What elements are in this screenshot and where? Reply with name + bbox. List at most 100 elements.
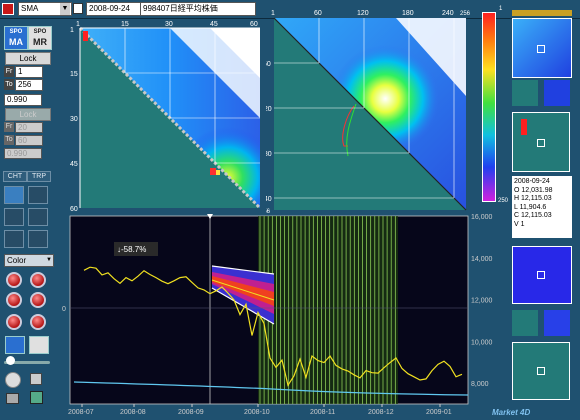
hm-right-top-tick-2: 60 [314,10,322,17]
info-date: 2008-09-24 [514,178,550,185]
print-icon[interactable] [6,393,19,404]
hm-left-left-tick-3: 30 [70,116,78,123]
chevron-down-icon: ▼ [60,3,70,15]
symbol-field[interactable]: 998407日経平均株価 [140,2,256,16]
hm-left-left-tick-5: 60 [70,206,78,213]
date-field[interactable]: 2008-09-24 [86,2,142,16]
ratio-field[interactable]: 0.990 [4,94,42,106]
spo-ma-bottom: MA [9,37,23,47]
thumbnail-1[interactable] [512,18,572,78]
tab-cht[interactable]: CHT [3,171,27,182]
x-axis-tick: 2008-07 [68,409,94,416]
thumb-marker-3 [537,271,545,279]
thumbnail-3[interactable] [544,80,570,106]
hm-left-top-tick-5: 60 [250,21,258,28]
fr2-field[interactable]: 20 [15,122,43,133]
left-axis-zero: 0 [62,306,66,313]
thumbnail-7[interactable] [544,310,570,336]
save-icon[interactable] [30,373,42,385]
color-select[interactable]: Color ▼ [4,254,54,267]
thumbnail-strip: 2008-09-24 O 12,031.98 H 12,115.03 L 11,… [512,10,576,418]
spo-ma-button[interactable]: SPO MA [4,26,28,50]
chart-icon[interactable] [30,391,43,404]
hm-right-left-tick-1: 60 [266,61,271,68]
colorbar [482,12,496,202]
indicator-light-2[interactable] [30,272,46,288]
thumbnail-6[interactable] [512,310,538,336]
hm-left-top-tick-3: 30 [165,21,173,28]
mr-small-icon[interactable] [29,336,49,354]
thumb-marker [537,45,545,53]
hm-left-top-tick-4: 45 [210,21,218,28]
indicator-light-1[interactable] [6,272,22,288]
hm-right-left-tick-2: 120 [266,106,272,113]
thumb-marker-2 [537,139,545,147]
info-close: C 12,115.03 [514,212,552,219]
highlight-region [258,216,398,404]
target-icon[interactable] [28,186,48,204]
price-chart-panel[interactable]: ↓-58.7% 0 16,000 14,000 12,000 10,000 8,000 … [62,214,506,420]
diagonal-alt-icon[interactable] [28,230,48,248]
calendar-icon[interactable] [73,3,83,14]
to2-label: To [4,135,14,145]
app-icon [2,3,14,15]
sidebar: SPO MA SPO MR Lock Fr 1 To 256 0.990 Loc… [0,20,60,420]
hm-right-left-tick-3: 180 [266,151,272,158]
right-axis-tick: 10,000 [471,339,493,346]
ratio2-field[interactable]: 0.990 [4,148,42,159]
thumb-marker-4 [537,367,545,375]
ma-small-icon[interactable] [5,336,25,354]
lock-button-2[interactable]: Lock [5,108,51,121]
thumbnail-8[interactable] [512,342,570,400]
spo-mr-bottom: MR [33,37,47,47]
indicator-select[interactable]: SMA ▼ [18,2,72,16]
hm-right-top-tick-1: 1 [271,10,275,17]
heatmap-left[interactable]: 1 15 30 45 60 1 15 30 45 60 [70,18,265,213]
step-icon[interactable] [4,208,24,226]
clock-icon[interactable] [5,372,21,388]
info-open: O 12,031.98 [514,186,553,194]
hm-left-left-tick-2: 15 [70,71,78,78]
heatmap-right[interactable]: 1 60 120 180 240 256 60 120 180 240 256 [266,6,476,216]
diagonal-icon[interactable] [4,230,24,248]
color-value: Color [7,256,27,265]
indicator-light-4[interactable] [30,292,46,308]
thumbnail-2[interactable] [512,80,538,106]
hm-right-top-tick-6: 256 [460,11,471,17]
hm-right-left-tick-4: 240 [266,196,272,203]
indicator-light-3[interactable] [6,292,22,308]
thumb-tab-bar[interactable] [512,10,572,16]
slider-thumb[interactable] [6,356,15,365]
lock-button[interactable]: Lock [5,52,51,65]
fr-field[interactable]: 1 [15,66,43,78]
info-low: L 11,904.6 [514,203,547,211]
right-axis-tick: 8,000 [471,381,489,388]
spo-ma-top: SPO [9,29,23,35]
to-field[interactable]: 256 [15,79,43,91]
indicator-light-6[interactable] [30,314,46,330]
heatmap-left-panel[interactable]: 1 15 30 45 60 1 15 30 45 60 [70,18,265,213]
corner-icon[interactable] [4,186,24,204]
to2-field[interactable]: 60 [15,135,43,146]
spo-mr-button[interactable]: SPO MR [28,26,52,50]
right-axis-tick: 14,000 [471,256,493,263]
fr-label: Fr [4,66,14,77]
indicator-light-5[interactable] [6,314,22,330]
x-axis-tick: 2008-11 [310,409,335,416]
x-axis: 2008-07 2008-08 2008-09 2008-10 2008-11 2008-… [68,404,452,416]
price-chart[interactable]: ↓-58.7% 0 16,00014,00012,00010,0008,000 … [62,214,506,420]
tab-trp[interactable]: TRP [27,171,51,182]
right-axis-tick: 16,000 [471,214,493,221]
spo-mr-top: SPO [33,29,47,35]
step-alt-icon[interactable] [28,208,48,226]
x-axis-tick: 2009-01 [426,409,452,416]
to-label: To [4,79,14,90]
change-label: ↓-58.7% [117,245,146,254]
thumbnail-4[interactable] [512,112,570,172]
hm-left-left-tick-1: 1 [70,27,74,34]
right-axis: 16,000 14,000 12,000 10,000 8,000 [471,214,493,388]
heatmap-right-panel[interactable]: 1 60 120 180 240 256 60 120 180 240 256 [266,6,476,216]
info-box: 2008-09-24 O 12,031.98 H 12,115.03 L 11,… [512,176,572,238]
x-axis-tick: 2008-10 [244,409,270,416]
thumbnail-5[interactable] [512,246,572,304]
